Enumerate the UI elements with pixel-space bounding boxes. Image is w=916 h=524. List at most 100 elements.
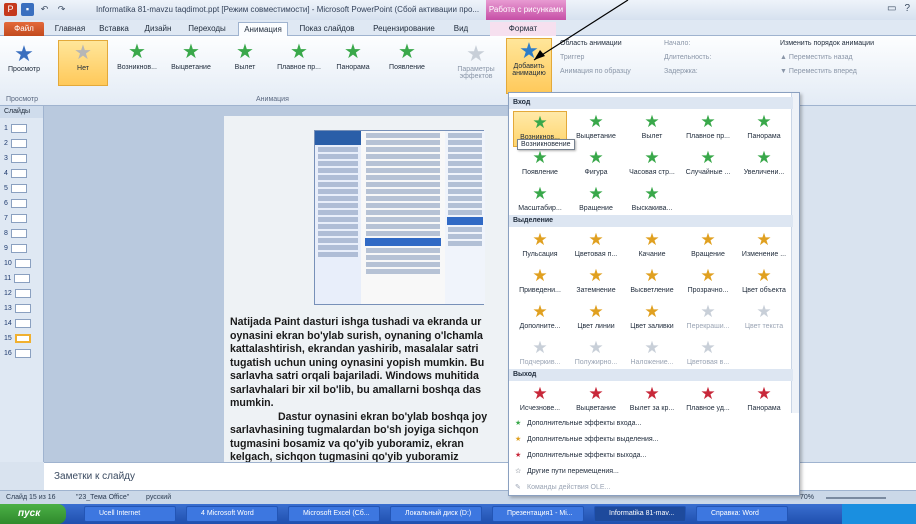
- minimize-icon[interactable]: ▭: [887, 3, 896, 14]
- taskbar-button[interactable]: Ucell Internet: [84, 506, 176, 522]
- slide-thumbnail[interactable]: 16: [4, 349, 31, 358]
- tab-design[interactable]: Дизайн: [138, 22, 178, 36]
- tab-transitions[interactable]: Переходы: [182, 22, 232, 36]
- gallery-item-fly-in[interactable]: ★ Вылет: [220, 40, 270, 86]
- slide-thumbnail[interactable]: 6: [4, 199, 27, 208]
- animation-effect-item[interactable]: ★ Подчеркив...: [513, 337, 567, 373]
- tab-animations[interactable]: Анимация: [238, 22, 288, 36]
- animation-effect-item[interactable]: ★ Вылет за кр...: [625, 383, 679, 419]
- slide-thumbnail[interactable]: 2: [4, 139, 27, 148]
- animation-effect-item[interactable]: ★ Появление: [513, 147, 567, 183]
- slide-thumbnail[interactable]: 15: [4, 334, 31, 343]
- animation-effect-item[interactable]: ★ Цвет объекта: [737, 265, 791, 301]
- timing-start[interactable]: Начало:: [664, 40, 690, 47]
- undo-icon[interactable]: ↶: [38, 3, 51, 16]
- gallery-item-reveal[interactable]: ★ Появление: [382, 40, 432, 86]
- taskbar-button-active[interactable]: Informatika 81-mav...: [594, 506, 686, 522]
- help-icon[interactable]: ?: [904, 3, 910, 14]
- move-earlier-button[interactable]: ▲ Переместить назад: [780, 54, 853, 61]
- preview-button[interactable]: ★ Просмотр: [4, 42, 44, 74]
- slide-thumbnail[interactable]: 10: [4, 259, 31, 268]
- redo-icon[interactable]: ↷: [55, 3, 68, 16]
- gallery-item-appear[interactable]: ★ Возникнов...: [112, 40, 162, 86]
- animation-effect-item[interactable]: ★ Изменение ...: [737, 229, 791, 265]
- animation-effect-item[interactable]: ★ Цветовая п...: [569, 229, 623, 265]
- animation-effect-item[interactable]: ★ Наложение...: [625, 337, 679, 373]
- animation-effect-item[interactable]: ★ Выскакива...: [625, 183, 679, 219]
- slide-thumbnail[interactable]: 11: [4, 274, 31, 283]
- slide-thumbnail[interactable]: 3: [4, 154, 27, 163]
- start-button[interactable]: пуск: [0, 504, 66, 524]
- animation-pane-button[interactable]: Область анимации: [560, 40, 622, 47]
- animation-effect-item[interactable]: ★ Выцветание: [569, 383, 623, 419]
- animation-effect-item[interactable]: ★ Панорама: [737, 111, 791, 147]
- slide-thumbnail[interactable]: 12: [4, 289, 31, 298]
- more-entrance-effects-link[interactable]: ★ Дополнительные эффекты входа...: [515, 419, 641, 427]
- slides-tab[interactable]: Слайды: [0, 106, 43, 118]
- effect-options-button[interactable]: ★ Параметры эффектов: [450, 42, 502, 81]
- ole-action-verbs-link[interactable]: ✎ Команды действия OLE...: [515, 483, 610, 491]
- animation-effect-item[interactable]: ★ Пульсация: [513, 229, 567, 265]
- animation-effect-item[interactable]: ★ Затемнение: [569, 265, 623, 301]
- tab-file[interactable]: Файл: [4, 22, 44, 36]
- slide-thumbnail[interactable]: 9: [4, 244, 27, 253]
- animation-effect-item[interactable]: ★ Фигура: [569, 147, 623, 183]
- animation-effect-item[interactable]: ★ Вылет: [625, 111, 679, 147]
- slide-thumbnail[interactable]: 5: [4, 184, 27, 193]
- trigger-button[interactable]: Триггер: [560, 54, 584, 61]
- tab-review[interactable]: Рецензирование: [366, 22, 442, 36]
- animation-effect-item[interactable]: ★ Высветление: [625, 265, 679, 301]
- animation-effect-item[interactable]: ★ Прозрачно...: [681, 265, 735, 301]
- add-animation-button[interactable]: ★ Добавить анимацию: [506, 38, 552, 94]
- more-exit-effects-link[interactable]: ★ Дополнительные эффекты выхода...: [515, 451, 646, 459]
- zoom-slider[interactable]: [826, 497, 886, 499]
- taskbar-button[interactable]: Microsoft Excel (Сб...: [288, 506, 380, 522]
- animation-effect-item[interactable]: ★ Панорама: [737, 383, 791, 419]
- tab-slideshow[interactable]: Показ слайдов: [294, 22, 360, 36]
- save-icon[interactable]: ▪: [21, 3, 34, 16]
- animation-effect-item[interactable]: ★ Дополните...: [513, 301, 567, 337]
- animation-effect-item[interactable]: ★ Цветовая в...: [681, 337, 735, 373]
- animation-effect-item[interactable]: ★ Плавное уд...: [681, 383, 735, 419]
- zoom-level[interactable]: 70%: [800, 494, 814, 501]
- animation-effect-item[interactable]: ★ Масштабир...: [513, 183, 567, 219]
- gallery-item-none[interactable]: ★ Нет: [58, 40, 108, 86]
- taskbar-button[interactable]: Справка: Word: [696, 506, 788, 522]
- dropdown-scrollbar[interactable]: [791, 93, 799, 413]
- slide-thumbnail[interactable]: 7: [4, 214, 27, 223]
- animation-effect-item[interactable]: ★ Приведени...: [513, 265, 567, 301]
- animation-effect-item[interactable]: ★ Цвет линии: [569, 301, 623, 337]
- animation-effect-item[interactable]: ★ Случайные ...: [681, 147, 735, 183]
- tab-format[interactable]: Формат: [490, 22, 556, 36]
- gallery-item-fade[interactable]: ★ Выцветание: [166, 40, 216, 86]
- taskbar-button[interactable]: Локальный диск (D:): [390, 506, 482, 522]
- tab-insert[interactable]: Вставка: [94, 22, 134, 36]
- slide-thumbnail[interactable]: 1: [4, 124, 27, 133]
- move-later-button[interactable]: ▼ Переместить вперед: [780, 68, 857, 75]
- more-emphasis-effects-link[interactable]: ★ Дополнительные эффекты выделения...: [515, 435, 659, 443]
- animation-effect-item[interactable]: ★ Качание: [625, 229, 679, 265]
- other-motion-paths-link[interactable]: ☆ Другие пути перемещения...: [515, 467, 619, 475]
- animation-effect-item[interactable]: ★ Часовая стр...: [625, 147, 679, 183]
- animation-effect-item[interactable]: ★ Плавное пр...: [681, 111, 735, 147]
- timing-delay[interactable]: Задержка:: [664, 68, 698, 75]
- tab-home[interactable]: Главная: [50, 22, 90, 36]
- animation-effect-item[interactable]: ★ Цвет текста: [737, 301, 791, 337]
- slide-thumbnail[interactable]: 4: [4, 169, 27, 178]
- animation-effect-item[interactable]: ★ Исчезнове...: [513, 383, 567, 419]
- taskbar-button[interactable]: Презентация1 - Mi...: [492, 506, 584, 522]
- gallery-item-pan[interactable]: ★ Панорама: [328, 40, 378, 86]
- animation-effect-item[interactable]: ★ Полужирно...: [569, 337, 623, 373]
- timing-duration[interactable]: Длительность:: [664, 54, 711, 61]
- taskbar-button[interactable]: 4 Microsoft Word: [186, 506, 278, 522]
- gallery-item-float-in[interactable]: ★ Плавное пр...: [274, 40, 324, 86]
- slide-thumbnail[interactable]: 14: [4, 319, 31, 328]
- tab-view[interactable]: Вид: [446, 22, 476, 36]
- animation-painter-button[interactable]: Анимация по образцу: [560, 68, 631, 75]
- slide-thumbnail[interactable]: 8: [4, 229, 27, 238]
- slide-body-text[interactable]: Natijada Paint dasturi ishga tushadi va …: [230, 316, 500, 462]
- language-indicator[interactable]: русский: [146, 494, 171, 501]
- animation-effect-item[interactable]: ★ Выцветание: [569, 111, 623, 147]
- start-menu-screenshot-image[interactable]: [314, 130, 485, 305]
- animation-effect-item[interactable]: ★ Увеличени...: [737, 147, 791, 183]
